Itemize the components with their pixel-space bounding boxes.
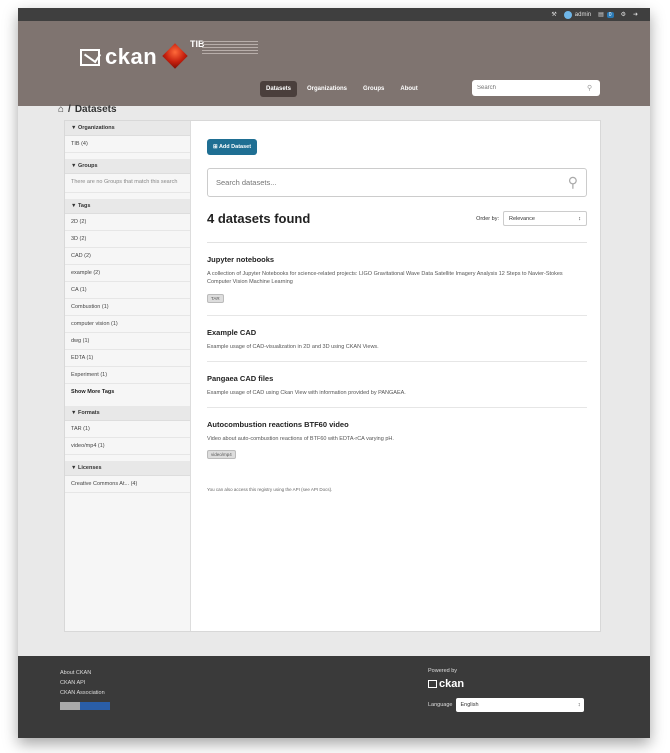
dataset-title[interactable]: Example CAD	[207, 328, 587, 337]
add-dataset-button[interactable]: ⊞ Add Dataset	[207, 139, 258, 155]
dataset-title[interactable]: Pangaea CAD files	[207, 374, 587, 383]
facet-item[interactable]: video/mp4 (1)	[65, 438, 190, 455]
footer-link-about[interactable]: About CKAN	[60, 670, 110, 676]
facet-item[interactable]: computer vision (1)	[65, 316, 190, 333]
footer-link-association[interactable]: CKAN Association	[60, 690, 110, 696]
facet-heading: ▼ Tags	[65, 198, 190, 214]
results-count: 4 datasets found	[207, 211, 311, 226]
browser-page: ⚒ admin ▤ 0 ⚙ ➜ ckan TIB Datasets Organi…	[18, 8, 650, 738]
facet-formats: ▼ Formats TAR (1) video/mp4 (1)	[65, 405, 190, 455]
dashboard-link[interactable]: ▤ 0	[598, 11, 614, 18]
breadcrumb: ⌂ / Datasets	[58, 104, 117, 115]
home-icon[interactable]: ⌂	[58, 104, 64, 115]
nav-tab-datasets[interactable]: Datasets	[260, 81, 298, 97]
facet-item[interactable]: CAD (2)	[65, 248, 190, 265]
dataset-item: Autocombustion reactions BTF60 video Vid…	[207, 408, 587, 471]
search-icon[interactable]: ⚲	[568, 174, 578, 191]
facet-item[interactable]: example (2)	[65, 265, 190, 282]
select-arrows-icon: ↕	[577, 702, 581, 708]
facet-item[interactable]: 2D (2)	[65, 214, 190, 231]
dataset-title[interactable]: Jupyter notebooks	[207, 255, 587, 264]
nav-tab-groups[interactable]: Groups	[357, 81, 390, 97]
language-picker: Language English ↕	[428, 698, 585, 712]
facet-heading: ▼ Formats	[65, 405, 190, 421]
ckan-logo-icon	[80, 48, 100, 66]
facet-item[interactable]: EDTA (1)	[65, 350, 190, 367]
dataset-search: ⚲	[207, 168, 587, 197]
dataset-notes: Video about auto-combustion reactions of…	[207, 436, 394, 442]
user-menu[interactable]: admin	[563, 10, 592, 19]
site-search-input[interactable]	[477, 85, 587, 91]
dataset-notes: A collection of Jupyter Notebooks for sc…	[207, 271, 563, 286]
results-header: 4 datasets found Order by: Relevance ↕	[207, 211, 587, 226]
settings-icon[interactable]: ⚙	[621, 11, 626, 18]
facet-heading: ▼ Groups	[65, 159, 190, 174]
ckan-logo-text: ckan	[105, 44, 158, 69]
facet-item[interactable]: Experiment (1)	[65, 367, 190, 384]
facet-empty-message: There are no Groups that match this sear…	[65, 174, 190, 193]
username: admin	[574, 11, 592, 18]
facet-organizations: ▼ Organizations TIB (4)	[65, 121, 190, 153]
format-badge[interactable]: TAR	[207, 293, 224, 303]
facet-item[interactable]: TIB (4)	[65, 136, 190, 153]
dataset-list-content: ⊞ Add Dataset ⚲ 4 datasets found Order b…	[191, 121, 600, 506]
facet-heading: ▼ Organizations	[65, 121, 190, 136]
sysadmin-icon[interactable]: ⚒	[551, 11, 556, 18]
language-select[interactable]: English ↕	[456, 698, 585, 712]
facet-heading: ▼ Licenses	[65, 460, 190, 476]
facet-item[interactable]: Creative Commons At... (4)	[65, 476, 190, 493]
dashboard-icon: ▤	[598, 12, 604, 18]
masthead: ckan TIB Datasets Organizations Groups A…	[18, 21, 650, 106]
site-search: ⚲	[472, 80, 600, 96]
account-bar: ⚒ admin ▤ 0 ⚙ ➜	[18, 8, 650, 21]
nav-tab-about[interactable]: About	[394, 81, 423, 97]
main-nav: Datasets Organizations Groups About	[260, 81, 424, 97]
dataset-search-input[interactable]	[216, 178, 516, 187]
ckan-logo[interactable]: ckan	[80, 44, 157, 70]
language-label: Language	[428, 702, 453, 708]
dataset-item: Jupyter notebooks A collection of Jupyte…	[207, 243, 587, 316]
footer-link-api[interactable]: CKAN API	[60, 680, 110, 686]
dashboard-count-badge: 0	[606, 11, 614, 18]
dataset-item: Pangaea CAD files Example usage of CAD u…	[207, 362, 587, 408]
facet-item[interactable]: dwg (1)	[65, 333, 190, 350]
tib-logo-subtitle	[202, 41, 258, 55]
dataset-title[interactable]: Autocombustion reactions BTF60 video	[207, 420, 587, 429]
facet-item[interactable]: TAR (1)	[65, 421, 190, 438]
sidebar: ▼ Organizations TIB (4) ▼ Groups There a…	[65, 121, 191, 631]
dataset-item: Example CAD Example usage of CAD-visuali…	[207, 316, 587, 362]
tib-logo-icon	[162, 43, 188, 69]
breadcrumb-current[interactable]: Datasets	[75, 104, 117, 115]
api-note[interactable]: You can also access this registry using …	[207, 487, 584, 492]
select-arrows-icon: ↕	[578, 215, 581, 222]
format-badge[interactable]: video/mp4	[207, 450, 236, 460]
breadcrumb-separator: /	[68, 104, 71, 115]
order-by: Order by: Relevance ↕	[476, 211, 587, 226]
powered-by-label: Powered by	[428, 668, 458, 674]
order-by-label: Order by:	[476, 215, 499, 222]
show-more-tags-link[interactable]: Show More Tags	[65, 384, 190, 400]
footer: About CKAN CKAN API CKAN Association Pow…	[18, 656, 650, 738]
powered-by-logo[interactable]: ckan	[428, 678, 464, 690]
dataset-notes: Example usage of CAD-visualization in 2D…	[207, 343, 379, 350]
dataset-notes: Example usage of CAD using Ckan View wit…	[207, 389, 406, 396]
facet-item[interactable]: CA (1)	[65, 282, 190, 299]
facet-item[interactable]: Combustion (1)	[65, 299, 190, 316]
ckan-logo-icon	[428, 680, 437, 688]
search-icon[interactable]: ⚲	[587, 84, 592, 92]
facet-licenses: ▼ Licenses Creative Commons At... (4)	[65, 460, 190, 493]
open-data-license-badge[interactable]	[60, 702, 110, 710]
facet-tags: ▼ Tags 2D (2) 3D (2) CAD (2) example (2)…	[65, 198, 190, 400]
logout-icon[interactable]: ➜	[633, 11, 638, 18]
facet-item[interactable]: 3D (2)	[65, 231, 190, 248]
avatar	[563, 10, 572, 19]
footer-links: About CKAN CKAN API CKAN Association	[60, 670, 110, 710]
nav-tab-organizations[interactable]: Organizations	[301, 81, 353, 97]
order-by-select[interactable]: Relevance ↕	[503, 211, 587, 226]
main-wrapper: ▼ Organizations TIB (4) ▼ Groups There a…	[64, 120, 601, 632]
facet-groups: ▼ Groups There are no Groups that match …	[65, 159, 190, 193]
